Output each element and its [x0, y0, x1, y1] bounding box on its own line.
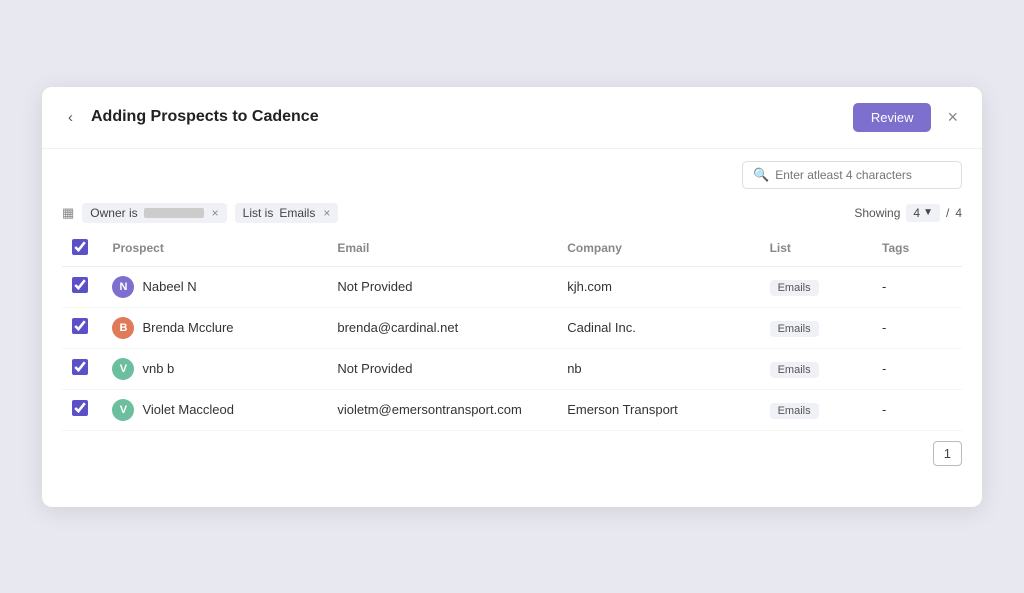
- row-company: kjh.com: [557, 266, 759, 307]
- dropdown-icon[interactable]: ▼: [923, 207, 933, 218]
- showing-separator: /: [946, 206, 949, 220]
- prospect-avatar: V: [112, 358, 134, 380]
- table-row: V Violet Maccleod violetm@emersontranspo…: [62, 389, 962, 430]
- row-checkbox[interactable]: [72, 277, 88, 293]
- prospect-name: Violet Maccleod: [142, 402, 234, 417]
- review-button[interactable]: Review: [853, 103, 932, 132]
- row-list: Emails: [760, 389, 872, 430]
- count-badge: 4 ▼: [906, 204, 940, 222]
- back-button[interactable]: ‹: [62, 107, 79, 128]
- list-tag: Emails: [770, 280, 819, 296]
- row-email: violetm@emersontransport.com: [327, 389, 557, 430]
- row-tags: -: [872, 348, 962, 389]
- filter-owner-value: [144, 208, 204, 218]
- row-tags: -: [872, 389, 962, 430]
- row-email: Not Provided: [327, 348, 557, 389]
- page-1-button[interactable]: 1: [933, 441, 962, 466]
- list-tag: Emails: [770, 362, 819, 378]
- search-icon: 🔍: [753, 167, 769, 183]
- modal-header: ‹ Adding Prospects to Cadence Review ×: [42, 87, 982, 149]
- row-checkbox[interactable]: [72, 400, 88, 416]
- list-tag: Emails: [770, 321, 819, 337]
- header-list: List: [760, 231, 872, 267]
- filter-owner-label: Owner is: [90, 206, 137, 220]
- table-row: N Nabeel N Not Provided kjh.com Emails -: [62, 266, 962, 307]
- row-email: brenda@cardinal.net: [327, 307, 557, 348]
- row-company: nb: [557, 348, 759, 389]
- close-button[interactable]: ×: [943, 105, 962, 130]
- showing-count: 4: [913, 206, 920, 220]
- row-list: Emails: [760, 266, 872, 307]
- row-tags: -: [872, 266, 962, 307]
- filter-chip-list: List is Emails ×: [235, 203, 339, 223]
- select-all-checkbox[interactable]: [72, 239, 88, 255]
- header-checkbox-col: [62, 231, 102, 267]
- filter-chip-owner: Owner is ×: [82, 203, 226, 223]
- row-prospect: N Nabeel N: [102, 266, 327, 307]
- filter-list-remove[interactable]: ×: [323, 206, 330, 220]
- row-checkbox[interactable]: [72, 359, 88, 375]
- prospect-avatar: N: [112, 276, 134, 298]
- filters-row: ▦ Owner is × List is Emails × Showing 4 …: [42, 197, 982, 231]
- row-tags: -: [872, 307, 962, 348]
- list-tag: Emails: [770, 403, 819, 419]
- row-checkbox-cell: [62, 348, 102, 389]
- pagination: 1: [42, 431, 982, 482]
- prospects-table: Prospect Email Company List Tags N Nabee…: [62, 231, 962, 431]
- row-prospect: V vnb b: [102, 348, 327, 389]
- toolbar: 🔍: [42, 149, 982, 197]
- modal-title: Adding Prospects to Cadence: [91, 108, 853, 126]
- table-header-row: Prospect Email Company List Tags: [62, 231, 962, 267]
- table-row: B Brenda Mcclure brenda@cardinal.net Cad…: [62, 307, 962, 348]
- showing-total: 4: [955, 206, 962, 220]
- modal: ‹ Adding Prospects to Cadence Review × 🔍…: [42, 87, 982, 507]
- row-checkbox-cell: [62, 266, 102, 307]
- header-company: Company: [557, 231, 759, 267]
- prospect-name: Nabeel N: [142, 279, 196, 294]
- header-tags: Tags: [872, 231, 962, 267]
- showing-info: Showing 4 ▼ / 4: [854, 204, 962, 222]
- header-prospect: Prospect: [102, 231, 327, 267]
- showing-label: Showing: [854, 206, 900, 220]
- filter-list-label: List is: [243, 206, 274, 220]
- prospect-name: Brenda Mcclure: [142, 320, 233, 335]
- filter-icon: ▦: [62, 205, 74, 221]
- row-checkbox-cell: [62, 307, 102, 348]
- search-input[interactable]: [775, 168, 951, 182]
- prospect-avatar: B: [112, 317, 134, 339]
- row-list: Emails: [760, 307, 872, 348]
- row-prospect: B Brenda Mcclure: [102, 307, 327, 348]
- prospect-avatar: V: [112, 399, 134, 421]
- row-checkbox-cell: [62, 389, 102, 430]
- row-checkbox[interactable]: [72, 318, 88, 334]
- filters-left: ▦ Owner is × List is Emails ×: [62, 203, 338, 223]
- filter-owner-remove[interactable]: ×: [212, 206, 219, 220]
- table-wrap: Prospect Email Company List Tags N Nabee…: [42, 231, 982, 431]
- filter-list-value: Emails: [279, 206, 315, 220]
- row-email: Not Provided: [327, 266, 557, 307]
- row-prospect: V Violet Maccleod: [102, 389, 327, 430]
- row-company: Emerson Transport: [557, 389, 759, 430]
- row-list: Emails: [760, 348, 872, 389]
- header-email: Email: [327, 231, 557, 267]
- prospect-name: vnb b: [142, 361, 174, 376]
- row-company: Cadinal Inc.: [557, 307, 759, 348]
- table-row: V vnb b Not Provided nb Emails -: [62, 348, 962, 389]
- search-box: 🔍: [742, 161, 962, 189]
